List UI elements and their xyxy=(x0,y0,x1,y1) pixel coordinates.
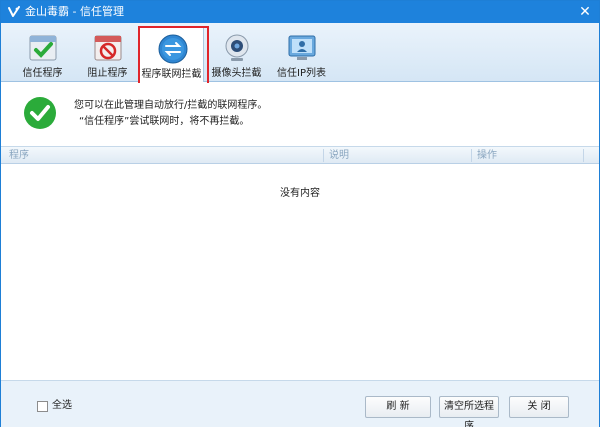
tab-trusted-ip-list[interactable]: 信任IP列表 xyxy=(269,27,334,82)
column-header-action[interactable]: 操作 xyxy=(471,147,583,164)
tab-blocked-programs[interactable]: 阻止程序 xyxy=(75,27,140,82)
tab-label: 摄像头拦截 xyxy=(211,68,262,79)
select-all-checkbox[interactable] xyxy=(37,401,48,412)
info-panel: 您可以在此管理自动放行/拦截的联网程序。 “信任程序”尝试联网时，将不再拦截。 xyxy=(1,83,599,146)
tab-label: 程序联网拦截 xyxy=(141,69,202,80)
app-logo-icon xyxy=(8,6,20,17)
trusted-program-icon xyxy=(29,35,57,61)
trusted-ip-icon xyxy=(288,35,316,60)
column-divider xyxy=(583,149,584,162)
tab-label: 阻止程序 xyxy=(87,68,128,79)
close-button[interactable]: 关 闭 xyxy=(509,396,569,418)
check-circle-icon xyxy=(24,97,56,129)
network-intercept-icon xyxy=(158,34,188,64)
info-description: 您可以在此管理自动放行/拦截的联网程序。 xyxy=(74,100,268,111)
close-window-button[interactable]: ✕ xyxy=(577,4,593,20)
list-header: 程序 说明 操作 xyxy=(1,147,599,164)
refresh-button[interactable]: 刷 新 xyxy=(365,396,431,418)
tab-webcam-intercept[interactable]: 摄像头拦截 xyxy=(204,27,269,82)
tab-bar: 信任程序 阻止程序 程序联网拦截 摄像头拦截 信任IP列表 xyxy=(1,23,599,85)
tab-trusted-programs[interactable]: 信任程序 xyxy=(10,27,75,82)
trust-management-window: 金山毒霸 - 信任管理 ✕ 信任程序 阻止程序 程序联网拦截 摄像头拦截 信任I… xyxy=(0,0,600,427)
title-bar[interactable]: 金山毒霸 - 信任管理 ✕ xyxy=(1,1,599,23)
column-header-description[interactable]: 说明 xyxy=(323,147,471,164)
close-icon: ✕ xyxy=(579,4,591,20)
tab-label: 信任程序 xyxy=(22,68,63,79)
webcam-icon xyxy=(225,34,249,61)
window-title: 金山毒霸 - 信任管理 xyxy=(25,5,124,18)
tab-label: 信任IP列表 xyxy=(277,68,326,79)
empty-list-message: 没有内容 xyxy=(280,188,320,199)
tab-network-intercept[interactable]: 程序联网拦截 xyxy=(138,26,209,85)
select-all-label[interactable]: 全选 xyxy=(52,400,72,412)
column-header-program[interactable]: 程序 xyxy=(3,147,323,164)
info-note: “信任程序”尝试联网时，将不再拦截。 xyxy=(79,116,250,127)
clear-selected-button[interactable]: 清空所选程序 xyxy=(439,396,499,427)
blocked-program-icon xyxy=(94,35,122,61)
program-list[interactable]: 程序 说明 操作 没有内容 xyxy=(1,146,599,380)
footer-bar: 全选 刷 新 清空所选程序 关 闭 xyxy=(1,380,599,427)
